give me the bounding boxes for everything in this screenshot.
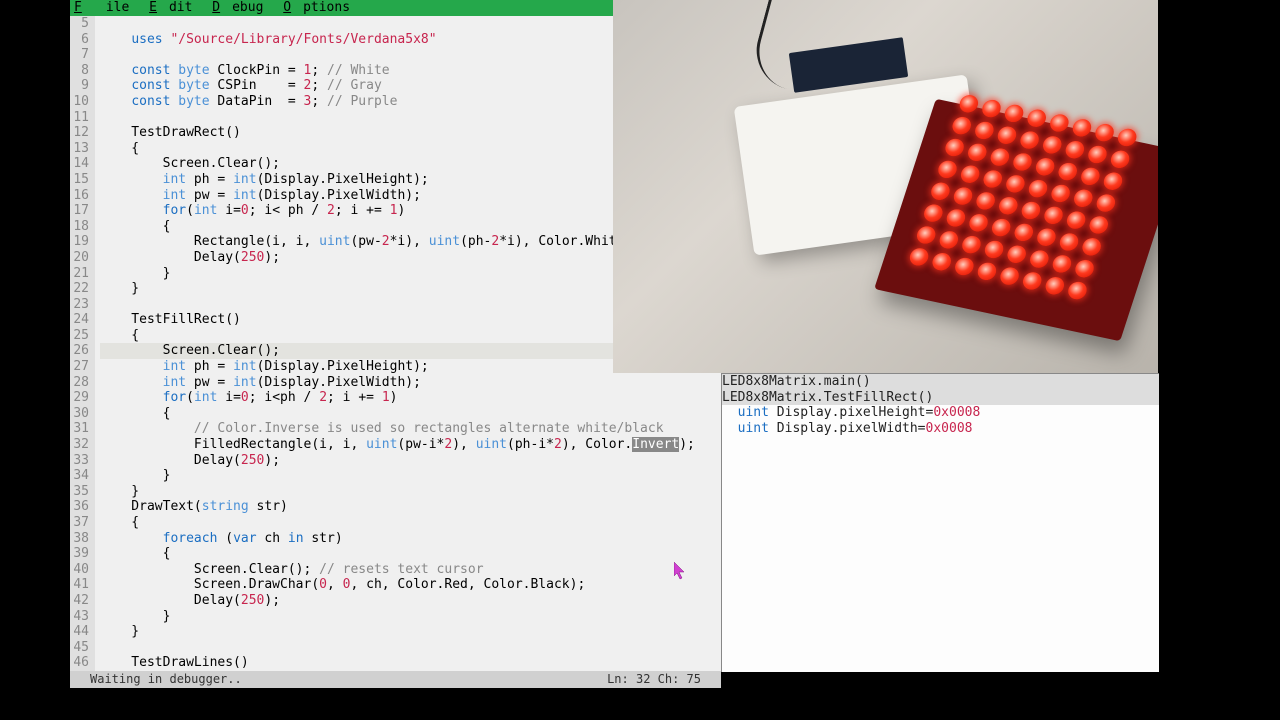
code-line[interactable]: // Color.Inverse is used so rectangles a… (100, 421, 721, 437)
debug-panel[interactable]: LED8x8Matrix.main()LED8x8Matrix.TestFill… (721, 373, 1159, 672)
code-line[interactable]: { (100, 406, 721, 422)
code-line[interactable]: Screen.Clear(); // resets text cursor (100, 562, 721, 578)
code-line[interactable]: TestDrawLines() (100, 655, 721, 671)
status-message: Waiting in debugger.. (90, 671, 242, 688)
code-line[interactable]: } (100, 624, 721, 640)
menu-debug[interactable]: Debug (212, 0, 263, 15)
code-line[interactable]: { (100, 546, 721, 562)
code-line[interactable]: } (100, 468, 721, 484)
menu-edit[interactable]: Edit (149, 0, 192, 15)
hardware-photo (613, 0, 1158, 373)
code-line[interactable]: Delay(250); (100, 453, 721, 469)
menu-file[interactable]: File (74, 0, 129, 15)
debug-line[interactable]: uint Display.pixelWidth=0x0008 (722, 421, 1159, 437)
line-gutter: 5678910111213141516171819202122232425262… (70, 16, 95, 671)
code-line[interactable]: { (100, 515, 721, 531)
debug-line[interactable]: LED8x8Matrix.main() (722, 374, 1159, 390)
code-line[interactable]: } (100, 609, 721, 625)
cursor-position: Ln: 32 Ch: 75 (607, 671, 701, 688)
code-line[interactable]: Delay(250); (100, 593, 721, 609)
code-line[interactable]: } (100, 484, 721, 500)
code-line[interactable] (100, 640, 721, 656)
code-line[interactable]: for(int i=0; i<ph / 2; i += 1) (100, 390, 721, 406)
menu-options[interactable]: Options (283, 0, 350, 15)
code-line[interactable]: DrawText(string str) (100, 499, 721, 515)
code-line[interactable]: Screen.DrawChar(0, 0, ch, Color.Red, Col… (100, 577, 721, 593)
code-line[interactable]: FilledRectangle(i, i, uint(pw-i*2), uint… (100, 437, 721, 453)
debug-line[interactable]: LED8x8Matrix.TestFillRect() (722, 390, 1159, 406)
code-line[interactable]: foreach (var ch in str) (100, 531, 721, 547)
status-bar: Waiting in debugger.. Ln: 32 Ch: 75 (70, 671, 721, 688)
debug-line[interactable]: uint Display.pixelHeight=0x0008 (722, 405, 1159, 421)
code-line[interactable]: int pw = int(Display.PixelWidth); (100, 375, 721, 391)
